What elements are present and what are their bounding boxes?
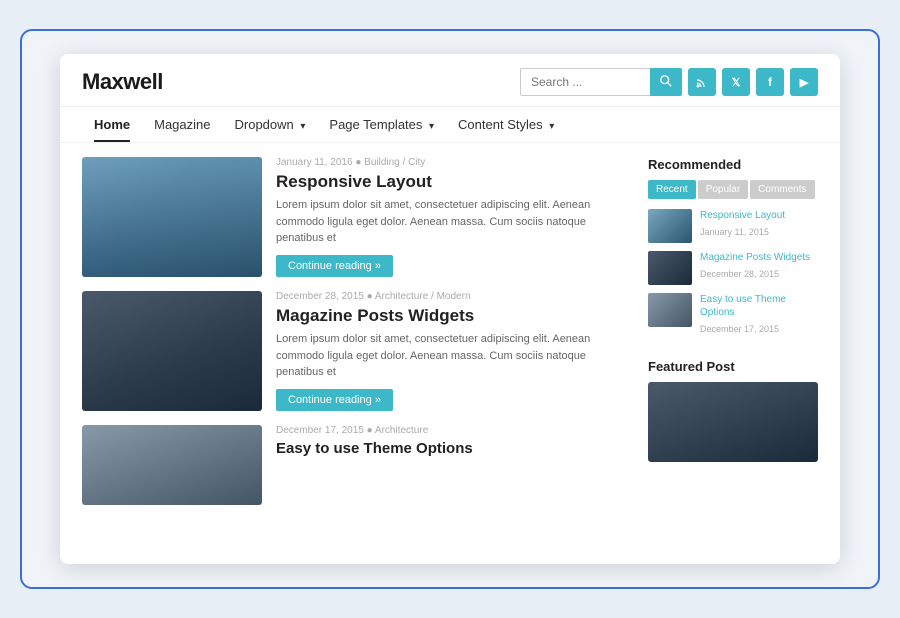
chevron-down-icon: ▾	[429, 121, 434, 132]
nav-item-magazine[interactable]: Magazine	[142, 107, 222, 142]
social-youtube[interactable]: ▶	[790, 68, 818, 96]
featured-title: Featured Post	[648, 359, 818, 374]
post-date: December 17, 2015	[276, 425, 364, 436]
post-item: December 28, 2015 ● Architecture / Moder…	[82, 291, 628, 411]
header-right: 𝕏 f ▶	[520, 68, 818, 96]
rec-thumbnail	[648, 293, 692, 327]
post-body: January 11, 2016 ● Building / City Respo…	[276, 157, 628, 277]
rec-link[interactable]: Easy to use Theme Options	[700, 293, 818, 319]
rec-item: Magazine Posts Widgets December 28, 2015	[648, 251, 818, 285]
browser-card: Maxwell 𝕏 f ▶ Home Magazine Dropdo	[60, 54, 840, 564]
post-thumbnail	[82, 291, 262, 411]
social-facebook[interactable]: f	[756, 68, 784, 96]
rec-text: Magazine Posts Widgets December 28, 2015	[700, 251, 810, 282]
chevron-down-icon: ▾	[549, 121, 554, 132]
search-button[interactable]	[650, 68, 682, 96]
recommended-section: Recommended Recent Popular Comments Resp…	[648, 157, 818, 345]
search-icon	[659, 74, 673, 88]
rec-date: December 17, 2015	[700, 324, 779, 334]
chevron-down-icon: ▾	[300, 121, 305, 132]
posts-column: January 11, 2016 ● Building / City Respo…	[82, 157, 628, 554]
rec-text: Easy to use Theme Options December 17, 2…	[700, 293, 818, 337]
rec-thumbnail	[648, 209, 692, 243]
tab-recent[interactable]: Recent	[648, 180, 696, 199]
rec-thumbnail	[648, 251, 692, 285]
post-title: Easy to use Theme Options	[276, 440, 473, 458]
post-thumbnail	[82, 425, 262, 505]
post-body: December 17, 2015 ● Architecture Easy to…	[276, 425, 473, 463]
post-title: Magazine Posts Widgets	[276, 306, 628, 326]
nav-item-page-templates[interactable]: Page Templates ▾	[317, 107, 446, 142]
outer-border: Maxwell 𝕏 f ▶ Home Magazine Dropdo	[20, 29, 880, 589]
dot-separator: ●	[367, 291, 375, 302]
nav-item-home[interactable]: Home	[82, 107, 142, 142]
post-meta: December 28, 2015 ● Architecture / Moder…	[276, 291, 628, 302]
site-title: Maxwell	[82, 69, 163, 95]
read-more-button[interactable]: Continue reading »	[276, 255, 393, 277]
featured-section: Featured Post	[648, 359, 818, 462]
post-meta: January 11, 2016 ● Building / City	[276, 157, 628, 168]
post-date: January 11, 2016	[276, 157, 353, 168]
post-thumbnail	[82, 157, 262, 277]
rec-link[interactable]: Magazine Posts Widgets	[700, 251, 810, 264]
post-item: January 11, 2016 ● Building / City Respo…	[82, 157, 628, 277]
recommended-title: Recommended	[648, 157, 818, 172]
featured-image	[648, 382, 818, 462]
post-excerpt: Lorem ipsum dolor sit amet, consectetuer…	[276, 331, 628, 381]
read-more-button[interactable]: Continue reading »	[276, 389, 393, 411]
rec-item: Responsive Layout January 11, 2015	[648, 209, 818, 243]
rec-item: Easy to use Theme Options December 17, 2…	[648, 293, 818, 337]
nav-item-content-styles[interactable]: Content Styles ▾	[446, 107, 566, 142]
rss-icon	[696, 76, 708, 88]
post-body: December 28, 2015 ● Architecture / Moder…	[276, 291, 628, 411]
social-rss[interactable]	[688, 68, 716, 96]
post-category: Architecture	[375, 425, 428, 436]
dot-separator: ●	[367, 425, 375, 436]
tab-comments[interactable]: Comments	[750, 180, 814, 199]
post-category: Building / City	[364, 157, 425, 168]
rec-date: December 28, 2015	[700, 269, 779, 279]
rec-text: Responsive Layout January 11, 2015	[700, 209, 785, 240]
social-twitter[interactable]: 𝕏	[722, 68, 750, 96]
main-content: January 11, 2016 ● Building / City Respo…	[60, 143, 840, 564]
site-nav: Home Magazine Dropdown ▾ Page Templates …	[60, 107, 840, 143]
sidebar: Recommended Recent Popular Comments Resp…	[648, 157, 818, 554]
rec-date: January 11, 2015	[700, 227, 769, 237]
search-input[interactable]	[520, 68, 650, 96]
site-header: Maxwell 𝕏 f ▶	[60, 54, 840, 107]
post-item: December 17, 2015 ● Architecture Easy to…	[82, 425, 628, 505]
post-date: December 28, 2015	[276, 291, 364, 302]
nav-item-dropdown[interactable]: Dropdown ▾	[223, 107, 318, 142]
post-category: Architecture / Modern	[375, 291, 471, 302]
recommended-tabs: Recent Popular Comments	[648, 180, 818, 199]
post-excerpt: Lorem ipsum dolor sit amet, consectetuer…	[276, 197, 628, 247]
post-meta: December 17, 2015 ● Architecture	[276, 425, 473, 436]
dot-separator: ●	[355, 157, 364, 168]
post-title: Responsive Layout	[276, 172, 628, 192]
rec-link[interactable]: Responsive Layout	[700, 209, 785, 222]
tab-popular[interactable]: Popular	[698, 180, 748, 199]
search-bar	[520, 68, 682, 96]
